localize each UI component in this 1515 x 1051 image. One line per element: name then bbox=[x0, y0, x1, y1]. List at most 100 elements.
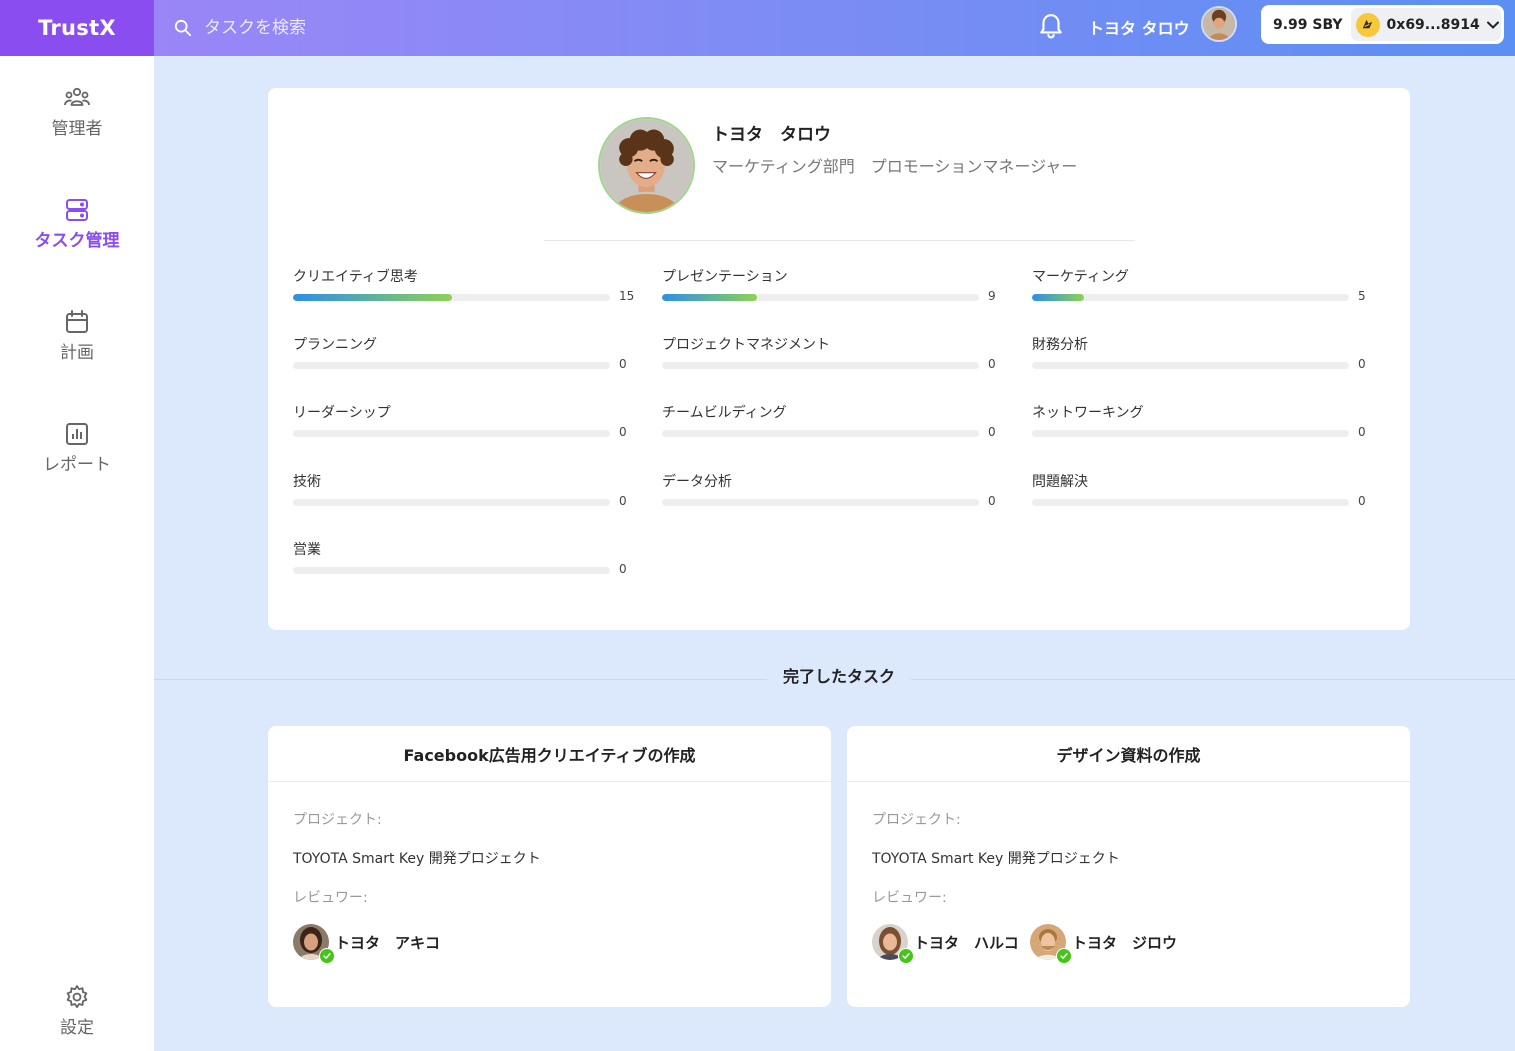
skill-item: 問題解決 0 bbox=[1032, 471, 1377, 517]
project-name: TOYOTA Smart Key 開発プロジェクト bbox=[293, 851, 541, 867]
top-header: TrustX トヨタ タロウ 9.99 SBY 0x69...8914 bbox=[0, 0, 1515, 56]
sidebar-item-label: タスク管理 bbox=[34, 231, 120, 251]
skill-value: 15 bbox=[619, 289, 635, 303]
sidebar-item-admin[interactable]: 管理者 bbox=[0, 84, 154, 139]
skill-progress-bar bbox=[293, 499, 610, 506]
skill-label: 技術 bbox=[293, 474, 321, 490]
skill-value: 0 bbox=[1358, 425, 1366, 439]
wallet-address-dropdown[interactable]: 0x69...8914 bbox=[1350, 8, 1501, 41]
skill-progress-bar bbox=[662, 430, 979, 437]
skill-item: クリエイティブ思考 15 bbox=[293, 266, 638, 312]
header-avatar[interactable] bbox=[1201, 6, 1237, 42]
skill-item: リーダーシップ 0 bbox=[293, 402, 638, 448]
token-icon bbox=[1355, 12, 1380, 37]
skill-item: 財務分析 0 bbox=[1032, 334, 1377, 380]
skill-progress-bar bbox=[1032, 294, 1349, 301]
top-bar: トヨタ タロウ 9.99 SBY 0x69...8914 bbox=[154, 0, 1515, 56]
reviewer: トヨタ ハルコ bbox=[872, 923, 1019, 964]
gear-icon bbox=[66, 985, 88, 1009]
header-user-name[interactable]: トヨタ タロウ bbox=[1088, 15, 1190, 39]
skill-value: 0 bbox=[1358, 357, 1366, 371]
skill-label: チームビルディング bbox=[662, 405, 787, 421]
skill-item: プロジェクトマネジメント 0 bbox=[662, 334, 1007, 380]
skill-value: 0 bbox=[988, 357, 996, 371]
skill-item: 技術 0 bbox=[293, 471, 638, 517]
wallet-widget[interactable]: 9.99 SBY 0x69...8914 bbox=[1261, 5, 1504, 44]
skill-value: 5 bbox=[1358, 289, 1366, 303]
skill-label: 問題解決 bbox=[1032, 474, 1088, 490]
sidebar-item-reports[interactable]: レポート bbox=[0, 420, 154, 475]
skill-value: 0 bbox=[619, 494, 627, 508]
skill-progress-fill bbox=[1032, 294, 1085, 301]
skill-item: データ分析 0 bbox=[662, 471, 1007, 517]
sidebar-item-settings[interactable]: 設定 bbox=[0, 983, 154, 1038]
sidebar-item-label: 設定 bbox=[60, 1018, 94, 1038]
calendar-icon bbox=[66, 310, 88, 333]
skill-progress-bar bbox=[662, 362, 979, 369]
skill-value: 9 bbox=[988, 289, 996, 303]
sidebar-item-task-management[interactable]: タスク管理 bbox=[0, 196, 154, 251]
skill-progress-bar bbox=[1032, 430, 1349, 437]
check-icon bbox=[898, 948, 914, 964]
skill-progress-bar bbox=[1032, 362, 1349, 369]
search-input[interactable] bbox=[204, 18, 484, 38]
chevron-down-icon bbox=[1486, 21, 1499, 29]
skill-item: 営業 0 bbox=[293, 539, 638, 585]
check-icon bbox=[1056, 948, 1072, 964]
sidebar-item-planning[interactable]: 計画 bbox=[0, 308, 154, 363]
sidebar-item-label: 計画 bbox=[60, 343, 94, 363]
task-card[interactable]: デザイン資料の作成 プロジェクト: TOYOTA Smart Key 開発プロジ… bbox=[847, 726, 1410, 1007]
app-logo[interactable]: TrustX bbox=[0, 0, 154, 56]
reviewer-name: トヨタ ジロウ bbox=[1072, 933, 1178, 952]
project-name: TOYOTA Smart Key 開発プロジェクト bbox=[872, 851, 1120, 867]
search-box[interactable] bbox=[174, 12, 504, 44]
skill-progress-bar bbox=[662, 294, 979, 301]
skill-value: 0 bbox=[988, 494, 996, 508]
profile-avatar bbox=[598, 117, 695, 214]
skill-progress-bar bbox=[293, 430, 610, 437]
skill-item: マーケティング 5 bbox=[1032, 266, 1377, 312]
skill-progress-bar bbox=[1032, 499, 1349, 506]
project-label: プロジェクト: bbox=[872, 812, 961, 828]
skill-value: 0 bbox=[1358, 494, 1366, 508]
skill-label: マーケティング bbox=[1032, 269, 1129, 285]
task-title[interactable]: Facebook広告用クリエイティブの作成 bbox=[268, 726, 831, 782]
skill-label: リーダーシップ bbox=[293, 405, 391, 421]
skill-label: プレゼンテーション bbox=[662, 269, 788, 285]
skill-value: 0 bbox=[619, 357, 627, 371]
skill-value: 0 bbox=[619, 425, 627, 439]
reviewer-name: トヨタ ハルコ bbox=[914, 933, 1019, 952]
reviewer-name: トヨタ アキコ bbox=[335, 933, 441, 952]
sidebar: 管理者 タスク管理 計画 レポート 設定 bbox=[0, 56, 154, 1051]
reviewer: トヨタ アキコ bbox=[293, 923, 441, 964]
reviewer-label: レビュワー: bbox=[872, 890, 947, 906]
bell-icon[interactable] bbox=[1038, 12, 1064, 40]
skill-progress-bar bbox=[662, 499, 979, 506]
profile-card: トヨタ タロウ マーケティング部門 プロモーションマネージャー クリエイティブ思… bbox=[268, 88, 1410, 630]
server-icon bbox=[66, 199, 88, 221]
skill-item: ネットワーキング 0 bbox=[1032, 402, 1377, 448]
skill-label: ネットワーキング bbox=[1032, 405, 1144, 421]
search-icon bbox=[174, 19, 192, 37]
project-label: プロジェクト: bbox=[293, 812, 382, 828]
profile-role: マーケティング部門 プロモーションマネージャー bbox=[712, 157, 1078, 176]
skill-item: プランニング 0 bbox=[293, 334, 638, 380]
skill-label: 営業 bbox=[293, 542, 321, 558]
skill-progress-bar bbox=[293, 294, 610, 301]
skill-label: データ分析 bbox=[662, 474, 732, 490]
task-card[interactable]: Facebook広告用クリエイティブの作成 プロジェクト: TOYOTA Sma… bbox=[268, 726, 831, 1007]
skill-label: プランニング bbox=[293, 337, 377, 353]
sidebar-item-label: 管理者 bbox=[51, 119, 103, 139]
skill-progress-bar bbox=[293, 362, 610, 369]
skill-item: プレゼンテーション 9 bbox=[662, 266, 1007, 312]
skill-item: チームビルディング 0 bbox=[662, 402, 1007, 448]
skill-value: 0 bbox=[988, 425, 996, 439]
wallet-address: 0x69...8914 bbox=[1386, 16, 1480, 33]
reviewer: トヨタ ジロウ bbox=[1030, 923, 1178, 964]
task-title[interactable]: デザイン資料の作成 bbox=[847, 726, 1410, 782]
sidebar-item-label: レポート bbox=[43, 455, 111, 475]
check-icon bbox=[319, 948, 335, 964]
skill-label: クリエイティブ思考 bbox=[293, 269, 418, 285]
skill-value: 0 bbox=[619, 562, 627, 576]
skill-progress-fill bbox=[293, 294, 452, 301]
